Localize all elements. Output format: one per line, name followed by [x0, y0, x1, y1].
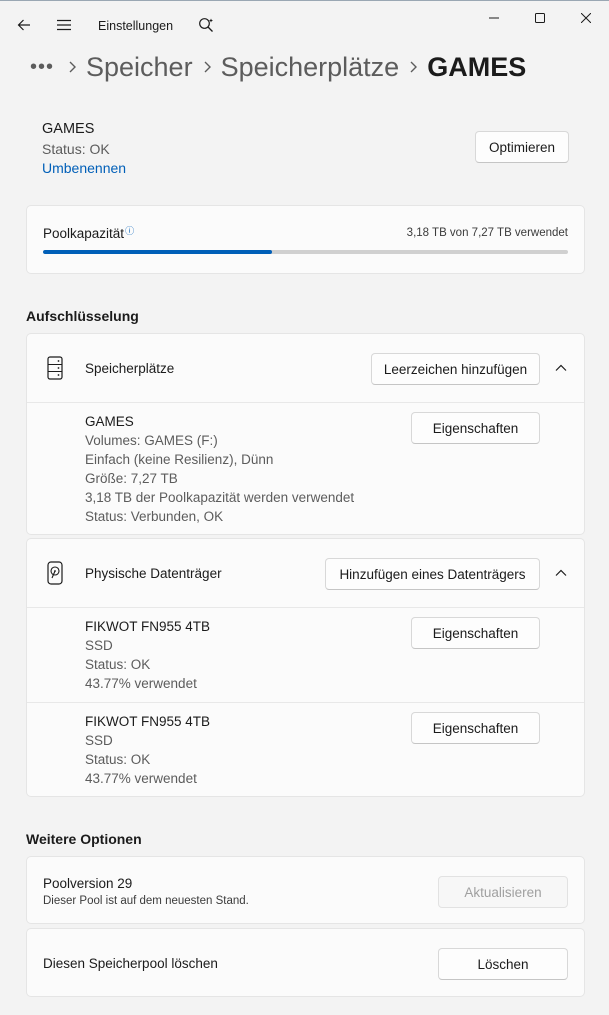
search-icon[interactable]	[192, 11, 220, 39]
capacity-progress-bar	[43, 250, 568, 254]
disk-name: FIKWOT FN955 4TB	[85, 714, 211, 729]
disk-status: Status: OK	[85, 657, 151, 672]
physical-disks-expander: Physische Datenträger Hinzufügen eines D…	[26, 538, 585, 797]
maximize-icon[interactable]	[517, 1, 563, 35]
add-disk-button[interactable]: Hinzufügen eines Datenträgers	[325, 558, 540, 590]
list-item: FIKWOT FN955 4TB SSD Status: OK 43.77% v…	[85, 712, 210, 788]
chevron-right-icon	[58, 60, 86, 74]
storage-spaces-expander: Speicherplätze Leerzeichen hinzufügen GA…	[26, 333, 585, 535]
app-title: Einstellungen	[98, 19, 174, 33]
add-space-button[interactable]: Leerzeichen hinzufügen	[371, 353, 540, 385]
divider	[27, 607, 584, 608]
section-title-breakdown: Aufschlüsselung	[26, 308, 139, 324]
list-item: GAMES Volumes: GAMES (F:) Einfach (keine…	[85, 412, 354, 526]
disk-status: Status: OK	[85, 752, 151, 767]
physical-disks-title: Physische Datenträger	[85, 566, 222, 581]
pool-name: GAMES	[42, 121, 95, 137]
disk-usage: 43.77% verwendet	[85, 676, 197, 691]
pool-capacity-label-text: Poolkapazität	[43, 226, 125, 241]
pool-capacity-label: Poolkapazitätⓘ	[43, 226, 134, 241]
close-icon[interactable]	[563, 1, 609, 35]
disk-properties-button[interactable]: Eigenschaften	[411, 712, 540, 744]
back-arrow-icon[interactable]	[10, 11, 38, 39]
space-resiliency: Einfach (keine Resilienz), Dünn	[85, 452, 274, 467]
chevron-right-icon	[399, 60, 427, 74]
chevron-up-icon[interactable]	[554, 361, 568, 375]
disk-usage: 43.77% verwendet	[85, 771, 197, 786]
disk-type: SSD	[85, 733, 113, 748]
title-bar: Einstellungen	[0, 1, 609, 49]
settings-window: Einstellungen ••• Speicher Speicherplätz…	[0, 0, 609, 1015]
space-volumes: Volumes: GAMES (F:)	[85, 433, 218, 448]
page-title: GAMES	[427, 51, 527, 82]
hamburger-menu-icon[interactable]	[50, 11, 78, 39]
delete-pool-card: Diesen Speicherpool löschen Löschen	[26, 928, 585, 997]
disk-type: SSD	[85, 638, 113, 653]
minimize-icon[interactable]	[471, 1, 517, 35]
disk-properties-button[interactable]: Eigenschaften	[411, 617, 540, 649]
chevron-up-icon[interactable]	[554, 566, 568, 580]
section-title-more-options: Weitere Optionen	[26, 831, 142, 847]
capacity-progress-fill	[43, 250, 273, 254]
storage-space-icon	[47, 356, 63, 380]
list-item: FIKWOT FN955 4TB SSD Status: OK 43.77% v…	[85, 617, 210, 693]
pool-capacity-used: 3,18 TB von 7,27 TB verwendet	[406, 227, 568, 239]
divider	[27, 702, 584, 703]
pool-version-card: Poolversion 29 Dieser Pool ist auf dem n…	[26, 856, 585, 924]
rename-link[interactable]: Umbenennen	[42, 160, 126, 176]
breadcrumb-item-speicherplaetze[interactable]: Speicherplätze	[221, 52, 400, 83]
pool-status: Status: OK	[42, 141, 110, 157]
pool-version-title: Poolversion 29	[43, 876, 133, 891]
physical-disks-header[interactable]: Physische Datenträger Hinzufügen eines D…	[27, 539, 584, 607]
chevron-right-icon	[193, 60, 221, 74]
breadcrumb: ••• Speicher Speicherplätze GAMES	[30, 47, 526, 87]
update-button[interactable]: Aktualisieren	[438, 876, 568, 908]
space-size: Größe: 7,27 TB	[85, 471, 178, 486]
space-name: GAMES	[85, 414, 134, 429]
divider	[27, 402, 584, 403]
hard-drive-icon	[47, 561, 63, 585]
breadcrumb-more-button[interactable]: •••	[30, 56, 58, 79]
space-properties-button[interactable]: Eigenschaften	[411, 412, 540, 444]
storage-spaces-title: Speicherplätze	[85, 361, 175, 376]
storage-spaces-header[interactable]: Speicherplätze Leerzeichen hinzufügen	[27, 334, 584, 402]
info-icon[interactable]: ⓘ	[125, 224, 134, 237]
pool-capacity-card: Poolkapazitätⓘ 3,18 TB von 7,27 TB verwe…	[26, 205, 585, 274]
delete-button[interactable]: Löschen	[438, 948, 568, 980]
optimize-button[interactable]: Optimieren	[475, 131, 569, 163]
space-status: Status: Verbunden, OK	[85, 509, 224, 524]
delete-pool-title: Diesen Speicherpool löschen	[43, 956, 218, 971]
pool-version-subtitle: Dieser Pool ist auf dem neuesten Stand.	[43, 895, 249, 907]
space-capacity-used: 3,18 TB der Poolkapazität werden verwend…	[85, 490, 355, 505]
breadcrumb-item-speicher[interactable]: Speicher	[86, 52, 193, 83]
disk-name: FIKWOT FN955 4TB	[85, 619, 211, 634]
